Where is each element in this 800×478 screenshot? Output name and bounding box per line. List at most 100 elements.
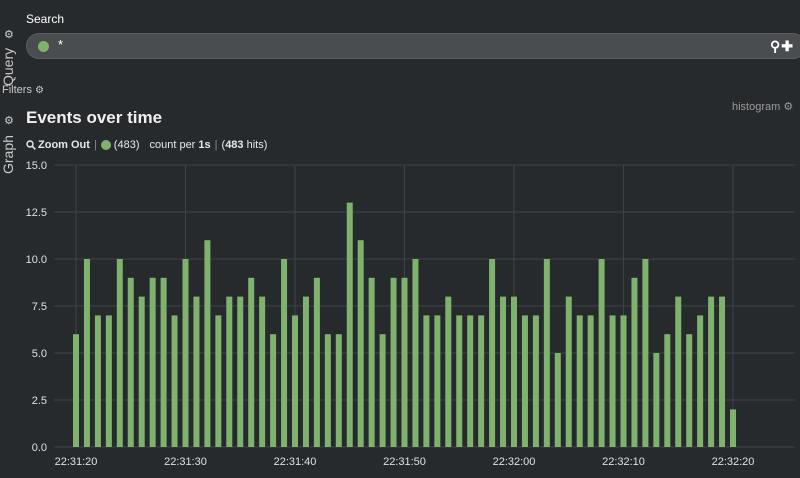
histogram-bar[interactable]	[127, 277, 134, 447]
histogram-bar[interactable]	[83, 259, 90, 447]
hits-value: 483	[225, 139, 244, 151]
query-color-dot[interactable]	[38, 41, 49, 52]
histogram-bar[interactable]	[259, 296, 266, 447]
histogram-bar[interactable]	[730, 409, 736, 447]
histogram-bar[interactable]	[324, 334, 331, 447]
histogram-bar[interactable]	[532, 315, 539, 447]
histogram-bar[interactable]	[664, 334, 671, 447]
histogram-bar[interactable]	[697, 315, 704, 447]
panel-gear-icon[interactable]: ⚙	[783, 101, 793, 113]
x-tick-label: 22:31:40	[274, 456, 317, 468]
y-axis-ticks: 0.0 2.5 5.0 7.5 10.0 12.5 15.0	[26, 160, 47, 454]
y-tick-label: 15.0	[26, 160, 47, 172]
x-tick-label: 22:31:30	[164, 456, 207, 468]
histogram-bar[interactable]	[576, 315, 583, 447]
histogram-bar[interactable]	[335, 334, 342, 447]
filters-tab[interactable]: Filters ⚙	[2, 84, 44, 96]
x-tick-label: 22:32:20	[712, 456, 755, 468]
histogram-bar[interactable]	[73, 334, 79, 447]
histogram-bar[interactable]	[456, 315, 463, 447]
histogram-bar[interactable]	[675, 296, 682, 447]
histogram-bar[interactable]	[248, 277, 255, 447]
histogram-bar[interactable]	[642, 259, 649, 447]
y-tick-label: 2.5	[32, 395, 47, 407]
zoom-out-label: Zoom Out	[38, 139, 90, 151]
histogram-bar[interactable]	[138, 296, 145, 447]
histogram-bar[interactable]	[500, 296, 507, 447]
histogram-bar[interactable]	[445, 296, 452, 447]
histogram-bar[interactable]	[686, 334, 693, 447]
histogram-bar[interactable]	[292, 315, 298, 447]
histogram-chart[interactable]: 0.0 2.5 5.0 7.5 10.0 12.5 15.0 22:31:20 22:31:3…	[0, 155, 800, 478]
x-tick-label: 22:31:50	[383, 456, 426, 468]
histogram-bar[interactable]	[631, 277, 638, 447]
histogram-bar[interactable]	[182, 259, 189, 447]
histogram-bar[interactable]	[149, 277, 156, 447]
plus-icon[interactable]: ✚	[781, 38, 794, 54]
histogram-bar[interactable]	[543, 259, 550, 447]
y-tick-label: 12.5	[26, 207, 47, 219]
search-title: Search	[26, 12, 65, 26]
count-per-label: count per 1s	[149, 139, 210, 151]
query-gear-icon[interactable]: ⚙	[4, 28, 14, 41]
histogram-bar[interactable]	[489, 259, 496, 447]
histogram-bar[interactable]	[719, 296, 726, 447]
y-tick-label: 5.0	[32, 348, 47, 360]
hits-close: hits)	[243, 139, 268, 151]
histogram-bar[interactable]	[587, 315, 594, 447]
histogram-bar[interactable]	[653, 353, 660, 447]
histogram-bar[interactable]	[521, 315, 528, 447]
histogram-bar[interactable]	[346, 202, 353, 447]
histogram-bar[interactable]	[554, 353, 561, 447]
x-tick-label: 22:32:10	[602, 456, 645, 468]
legend-series-count: (483)	[113, 139, 140, 151]
histogram-bar[interactable]	[423, 315, 430, 447]
panel-title: Events over time	[26, 108, 163, 127]
histogram-bar[interactable]	[160, 277, 167, 447]
histogram-bar[interactable]	[193, 296, 200, 447]
histogram-bar[interactable]	[401, 277, 408, 447]
histogram-bar[interactable]	[620, 315, 627, 447]
query-tab[interactable]: Query	[0, 48, 16, 86]
histogram-bar[interactable]	[313, 277, 320, 447]
histogram-bar[interactable]	[412, 259, 419, 447]
histogram-bar[interactable]	[467, 315, 474, 447]
histogram-bar[interactable]	[434, 315, 441, 447]
histogram-bar[interactable]	[281, 259, 288, 447]
histogram-bar[interactable]	[708, 296, 715, 447]
histogram-bar[interactable]	[94, 315, 101, 447]
histogram-bar[interactable]	[226, 296, 233, 447]
histogram-bar[interactable]	[379, 334, 386, 447]
hits-label: (483 hits)	[222, 139, 268, 151]
panel-type-label: histogram	[732, 101, 781, 113]
legend-series-dot[interactable]	[100, 140, 111, 150]
histogram-bar[interactable]	[511, 296, 517, 447]
interval-value: 1s	[198, 139, 211, 151]
graph-gear-icon[interactable]: ⚙	[4, 114, 14, 127]
filters-gear-icon[interactable]: ⚙	[35, 85, 44, 96]
histogram-bar[interactable]	[105, 315, 112, 447]
search-bar[interactable]: * ⚲✚	[26, 33, 800, 59]
filters-label: Filters	[2, 84, 32, 96]
histogram-bar[interactable]	[609, 315, 616, 447]
histogram-bar[interactable]	[390, 277, 397, 447]
y-tick-label: 10.0	[26, 254, 47, 266]
zoom-out-icon	[26, 140, 36, 150]
histogram-bar[interactable]	[565, 296, 572, 447]
search-input[interactable]: *	[58, 37, 63, 52]
histogram-bar[interactable]	[270, 334, 277, 447]
histogram-bar[interactable]	[368, 277, 375, 447]
histogram-bar[interactable]	[215, 315, 222, 447]
count-per-prefix: count per	[149, 139, 199, 151]
histogram-bar[interactable]	[478, 315, 485, 447]
histogram-bar[interactable]	[116, 259, 123, 447]
histogram-bar[interactable]	[204, 240, 211, 447]
histogram-bar[interactable]	[171, 315, 178, 447]
zoom-out-button[interactable]: Zoom Out	[26, 139, 90, 151]
search-icon[interactable]: ⚲	[770, 38, 781, 54]
histogram-bar[interactable]	[357, 240, 364, 447]
x-tick-label: 22:31:20	[55, 456, 98, 468]
histogram-bar[interactable]	[302, 296, 309, 447]
histogram-bar[interactable]	[598, 259, 605, 447]
histogram-bar[interactable]	[237, 296, 244, 447]
